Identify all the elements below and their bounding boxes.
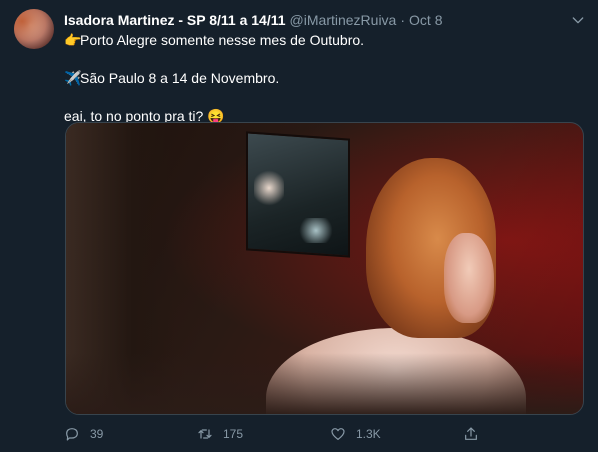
avatar[interactable] xyxy=(14,9,54,49)
share-icon xyxy=(465,427,477,440)
like-button[interactable]: 1.3K xyxy=(330,424,463,444)
retweet-icon xyxy=(198,429,212,439)
tweet[interactable]: Isadora Martinez - SP 8/11 a 14/11 @iMar… xyxy=(0,0,598,452)
chevron-down-icon[interactable] xyxy=(570,12,586,28)
separator-dot: · xyxy=(400,12,406,28)
photo-subject-face xyxy=(444,233,494,323)
tweet-actions: 39 175 1.3K xyxy=(64,424,494,444)
like-count: 1.3K xyxy=(356,427,381,441)
retweet-button[interactable]: 175 xyxy=(197,424,330,444)
tweet-photo[interactable] xyxy=(65,122,584,415)
airplane-icon: ✈️ xyxy=(64,70,82,86)
tweet-line-text: São Paulo 8 a 14 de Novembro. xyxy=(80,70,280,86)
reply-count: 39 xyxy=(90,427,104,441)
tweet-line: ✈️São Paulo 8 a 14 de Novembro. xyxy=(64,69,584,87)
tweet-date[interactable]: Oct 8 xyxy=(409,12,442,28)
tweet-line-text: Porto Alegre somente nesse mes de Outubr… xyxy=(80,32,365,48)
tweet-text: 👉Porto Alegre somente nesse mes de Outub… xyxy=(64,31,584,125)
reply-icon xyxy=(66,428,78,441)
tweet-header: Isadora Martinez - SP 8/11 a 14/11 @iMar… xyxy=(64,10,558,30)
share-button[interactable] xyxy=(463,424,493,444)
heart-icon xyxy=(331,428,345,440)
pointing-hand-icon: 👉 xyxy=(64,32,82,48)
display-name[interactable]: Isadora Martinez - SP 8/11 a 14/11 xyxy=(64,12,286,28)
reply-button[interactable]: 39 xyxy=(64,424,197,444)
retweet-count: 175 xyxy=(223,427,244,441)
tweet-line: 👉Porto Alegre somente nesse mes de Outub… xyxy=(64,31,584,49)
user-handle[interactable]: @iMartinezRuiva xyxy=(290,12,397,28)
avatar-hair xyxy=(14,9,54,49)
